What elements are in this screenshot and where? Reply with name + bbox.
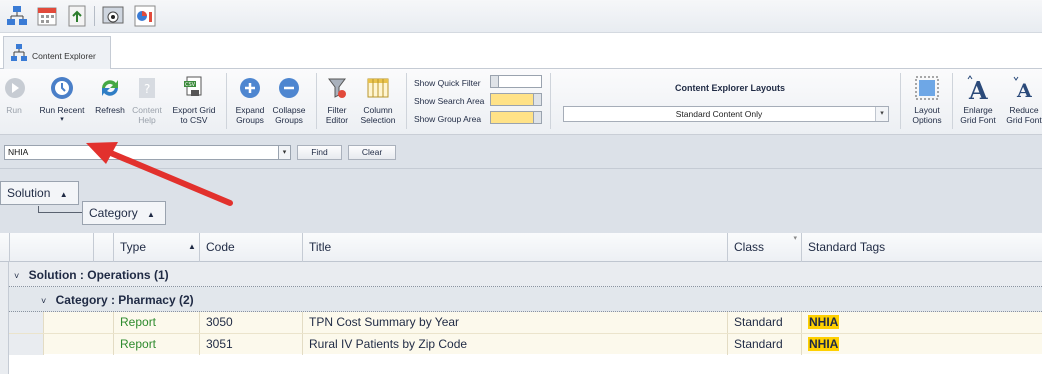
- annotation-arrow: [86, 142, 233, 206]
